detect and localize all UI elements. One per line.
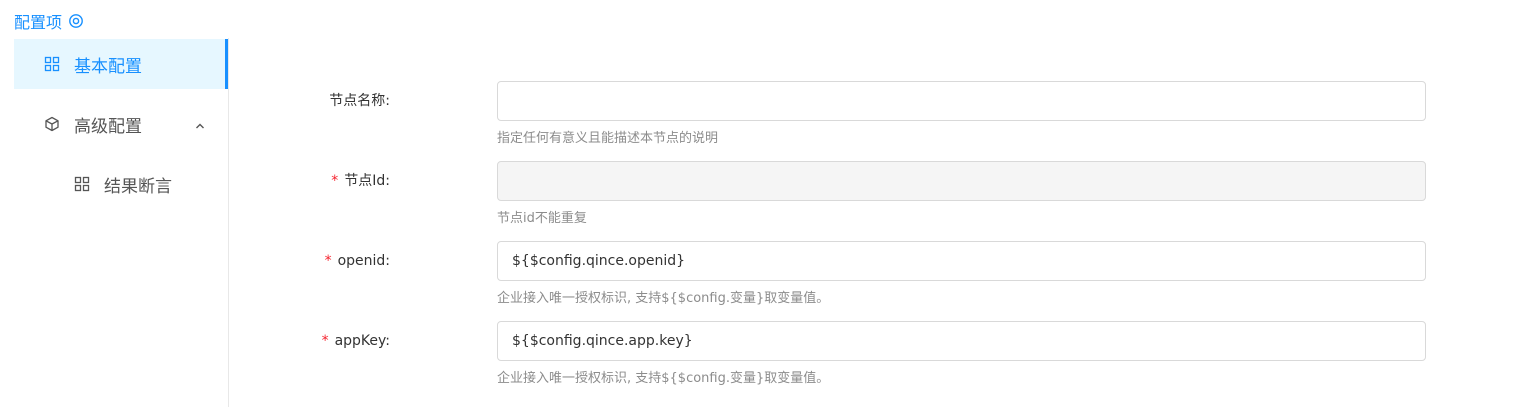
grid-icon: [74, 176, 90, 192]
field-label: * 节点Id:: [331, 161, 390, 201]
sidebar-item-label: 基本配置: [74, 56, 142, 77]
field-label-colon: :: [385, 173, 390, 189]
node-id-input: [497, 161, 1426, 201]
required-mark: *: [321, 333, 329, 349]
field-help: 指定任何有意义且能描述本节点的说明: [497, 131, 719, 146]
sidebar-item-label: 高级配置: [74, 116, 142, 137]
field-label-colon: :: [385, 93, 390, 109]
sidebar-item-basic-config[interactable]: 基本配置: [14, 39, 228, 89]
appkey-input[interactable]: [497, 321, 1426, 361]
sidebar-item-result-assertion[interactable]: 结果断言: [14, 159, 228, 209]
sidebar: 基本配置 高级配置 结果断言: [0, 38, 229, 407]
cube-icon: [44, 116, 60, 132]
config-header: 配置项: [14, 10, 84, 32]
field-label: 节点名称:: [329, 81, 390, 121]
grid-icon: [44, 56, 60, 72]
sidebar-item-label: 结果断言: [104, 176, 172, 197]
openid-input[interactable]: [497, 241, 1426, 281]
field-label-colon: :: [385, 253, 390, 269]
field-help: 企业接入唯一授权标识, 支持${$config.变量}取变量值。: [497, 291, 830, 306]
field-label-text: 节点名称: [329, 93, 386, 109]
field-label: * appKey:: [322, 321, 390, 361]
required-mark: *: [331, 173, 339, 189]
field-label-text: openid: [337, 253, 386, 269]
sidebar-item-advanced-config[interactable]: 高级配置: [14, 99, 228, 149]
field-label-text: appKey: [334, 333, 386, 349]
chevron-up-icon[interactable]: [194, 117, 206, 129]
field-label-text: 节点Id: [344, 173, 386, 189]
field-help: 节点id不能重复: [497, 211, 587, 226]
gear-icon[interactable]: [68, 13, 84, 29]
required-mark: *: [324, 253, 332, 269]
field-label-colon: :: [385, 333, 390, 349]
node-name-input[interactable]: [497, 81, 1426, 121]
config-header-title: 配置项: [14, 13, 63, 32]
field-help: 企业接入唯一授权标识, 支持${$config.变量}取变量值。: [497, 371, 830, 386]
field-label: * openid:: [325, 241, 390, 281]
